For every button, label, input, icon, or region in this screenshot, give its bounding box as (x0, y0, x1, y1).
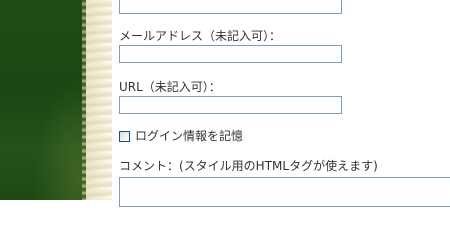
remember-me-checkbox[interactable] (119, 130, 130, 142)
name-input[interactable] (119, 0, 342, 14)
email-input[interactable] (119, 45, 342, 63)
remember-me-row[interactable]: ログイン情報を記憶 (119, 129, 243, 143)
decorative-sidebar (0, 0, 112, 200)
email-label: メールアドレス（未記入可）： (119, 29, 282, 43)
sidebar-torn-edge (86, 0, 112, 200)
comment-label: コメント：(スタイル用のHTMLタグが使えます) (119, 159, 378, 173)
url-label: URL（未記入可）： (119, 80, 221, 94)
comment-textarea[interactable] (119, 177, 450, 207)
url-input[interactable] (119, 96, 342, 114)
remember-me-label: ログイン情報を記憶 (135, 129, 244, 143)
